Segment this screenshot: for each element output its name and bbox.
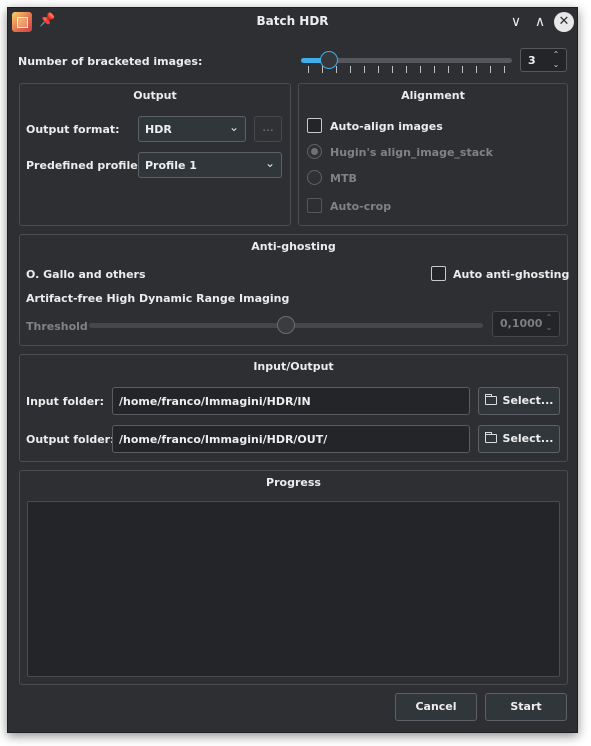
slider-tick (490, 66, 491, 73)
output-folder-field[interactable]: /home/franco/Immagini/HDR/OUT/ (112, 425, 470, 453)
input-select-label: Select... (502, 394, 554, 407)
slider-tick (420, 66, 421, 73)
chevron-down-icon: ⌄ (228, 120, 239, 134)
output-format-select[interactable]: HDR ⌄ (138, 116, 246, 142)
input-folder-field[interactable]: /home/franco/Immagini/HDR/IN (112, 387, 470, 415)
threshold-slider-handle[interactable] (277, 316, 295, 334)
auto-crop-checkbox[interactable] (307, 198, 322, 213)
slider-tick (504, 66, 505, 73)
antighosting-method: Artifact-free High Dynamic Range Imaging (26, 292, 290, 305)
hugin-radio[interactable] (307, 144, 322, 159)
auto-align-label[interactable]: Auto-align images (330, 120, 443, 133)
auto-antighosting-checkbox[interactable] (431, 266, 446, 281)
predefined-profile-label: Predefined profile: (26, 159, 143, 172)
output-format-value: HDR (145, 123, 172, 136)
output-folder-select-button[interactable]: Select... (478, 425, 560, 453)
minimize-button[interactable]: ∨ (505, 11, 527, 33)
cancel-button[interactable]: Cancel (395, 693, 477, 721)
slider-tick (350, 66, 351, 73)
start-button[interactable]: Start (485, 693, 567, 721)
alignment-group: Alignment Auto-align images Hugin's alig… (298, 83, 568, 226)
output-folder-value: /home/franco/Immagini/HDR/OUT/ (119, 433, 328, 446)
progress-group: Progress (19, 470, 568, 685)
output-folder-label: Output folder: (26, 433, 115, 446)
output-select-label: Select... (502, 432, 554, 445)
bracketed-value: 3 (528, 54, 536, 67)
antighosting-group: Anti-ghosting O. Gallo and others Auto a… (19, 234, 569, 346)
predefined-profile-value: Profile 1 (145, 159, 197, 172)
input-folder-value: /home/franco/Immagini/HDR/IN (119, 395, 311, 408)
io-group: Input/Output Input folder: /home/franco/… (19, 354, 568, 462)
format-options-button[interactable]: ... (254, 116, 282, 142)
maximize-button[interactable]: ∧ (529, 11, 551, 33)
chevron-down-icon: ⌄ (264, 156, 275, 170)
antighosting-group-title: Anti-ghosting (251, 240, 336, 253)
threshold-spinbox[interactable]: 0,1000 ⌃ ⌄ (492, 311, 560, 337)
alignment-group-title: Alignment (401, 89, 465, 102)
slider-tick (448, 66, 449, 73)
hugin-label: Hugin's align_image_stack (330, 146, 493, 159)
slider-tick (476, 66, 477, 73)
slider-tick (434, 66, 435, 73)
slider-tick (364, 66, 365, 73)
mtb-label: MTB (330, 172, 357, 185)
progress-group-title: Progress (266, 476, 321, 489)
output-group: Output Output format: HDR ⌄ ... Predefin… (19, 83, 291, 226)
slider-tick (406, 66, 407, 73)
auto-align-checkbox[interactable] (307, 118, 322, 133)
slider-tick (462, 66, 463, 73)
bracketed-label: Number of bracketed images: (18, 55, 203, 68)
io-group-title: Input/Output (253, 360, 334, 373)
antighosting-author: O. Gallo and others (26, 268, 146, 281)
output-format-label: Output format: (26, 123, 120, 136)
auto-antighosting-label[interactable]: Auto anti-ghosting (453, 268, 569, 281)
batch-hdr-window: 📌 Batch HDR ∨ ∧ ✕ Number of bracketed im… (7, 7, 578, 733)
title-bar: 📌 Batch HDR ∨ ∧ ✕ (8, 8, 577, 36)
bracketed-spinbox[interactable]: 3 ⌃ ⌄ (520, 48, 567, 72)
mtb-radio[interactable] (307, 170, 322, 185)
slider-tick (336, 66, 337, 73)
threshold-label: Threshold (26, 320, 88, 333)
progress-log-area[interactable] (27, 501, 560, 677)
predefined-profile-select[interactable]: Profile 1 ⌄ (138, 152, 282, 178)
input-folder-select-button[interactable]: Select... (478, 387, 560, 415)
auto-crop-label: Auto-crop (330, 200, 392, 213)
window-title: Batch HDR (256, 14, 329, 28)
slider-tick (308, 66, 309, 73)
slider-tick (378, 66, 379, 73)
folder-icon (484, 394, 497, 405)
bracketed-slider-ticks (308, 66, 508, 74)
close-button[interactable]: ✕ (554, 12, 574, 32)
output-group-title: Output (133, 89, 177, 102)
folder-icon (484, 432, 497, 443)
slider-tick (392, 66, 393, 73)
input-folder-label: Input folder: (26, 395, 104, 408)
spin-arrows-icon[interactable]: ⌃ ⌄ (543, 313, 555, 333)
spin-arrows-icon[interactable]: ⌃ ⌄ (550, 50, 562, 70)
bracketed-slider-handle[interactable] (320, 51, 338, 69)
threshold-value: 0,1000 (500, 317, 543, 330)
